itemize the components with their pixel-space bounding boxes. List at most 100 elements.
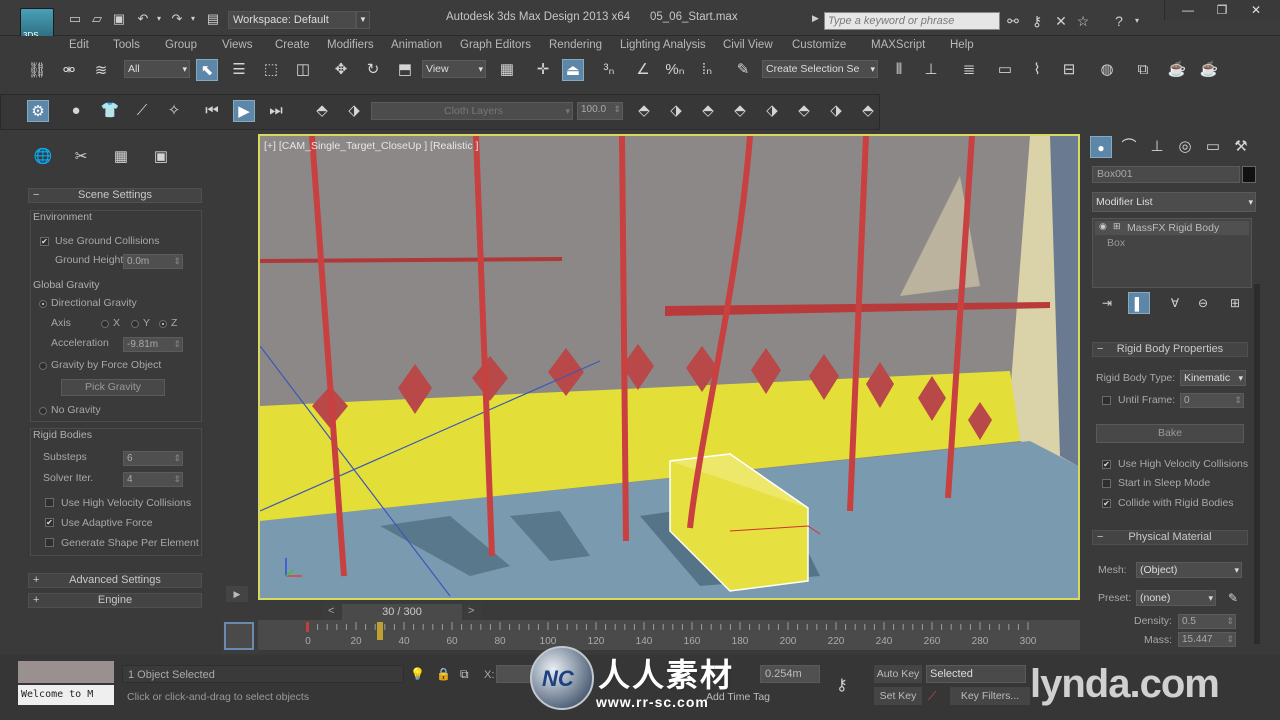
- bake-button[interactable]: Bake: [1096, 424, 1244, 443]
- layer-value-spinner[interactable]: 100.0: [577, 102, 623, 120]
- help-icon[interactable]: ?: [1110, 12, 1128, 30]
- lightbulb-icon[interactable]: ◉: [1099, 221, 1107, 232]
- high-velocity-checkbox[interactable]: [45, 498, 54, 507]
- step-simulation-icon[interactable]: ⏭: [265, 100, 287, 122]
- hierarchy-tab-icon[interactable]: ⊥: [1146, 136, 1168, 158]
- selection-lock-icon[interactable]: 🔒: [436, 667, 451, 681]
- physical-material-rollout[interactable]: − Physical Material: [1092, 530, 1248, 545]
- panel-scrollbar[interactable]: [1254, 284, 1260, 644]
- material-editor-icon[interactable]: ◍: [1096, 59, 1118, 81]
- track-bar[interactable]: 0 20 40 60 80 100 120 140 160 180 200 220 240 260 280 3…: [258, 620, 1080, 650]
- keyboard-shortcut-override-icon[interactable]: ⏏: [562, 59, 584, 81]
- render-production-icon[interactable]: ☕: [1198, 59, 1220, 81]
- next-frame-icon[interactable]: >: [468, 605, 474, 617]
- angle-snap-icon[interactable]: ∠: [632, 59, 654, 81]
- open-file-icon[interactable]: ▱: [88, 11, 106, 27]
- mesh-dropdown[interactable]: (Object): [1136, 562, 1242, 578]
- select-link-icon[interactable]: ⛓: [26, 60, 48, 82]
- key-icon[interactable]: ⚷: [1028, 12, 1046, 30]
- solver-iterations-spinner[interactable]: 4: [123, 472, 183, 487]
- menu-lighting-analysis[interactable]: Lighting Analysis: [620, 36, 706, 54]
- menu-graph-editors[interactable]: Graph Editors: [460, 36, 531, 54]
- create-tab-icon[interactable]: ●: [1090, 136, 1112, 158]
- play-mini-icon[interactable]: ▶: [226, 586, 248, 602]
- track-bar-toggle[interactable]: [222, 620, 258, 654]
- layer-manager-icon[interactable]: ≣: [958, 59, 980, 81]
- layer-tool-5-icon[interactable]: ⬗: [761, 100, 783, 122]
- adaptive-force-checkbox[interactable]: ✔: [45, 518, 54, 527]
- make-unique-icon[interactable]: ∀: [1164, 292, 1186, 314]
- favorites-icon[interactable]: ☆: [1074, 12, 1092, 30]
- stack-item-box[interactable]: Box: [1107, 237, 1125, 249]
- align-icon[interactable]: ⊥: [920, 59, 942, 81]
- object-color-swatch[interactable]: [1242, 166, 1256, 183]
- menu-customize[interactable]: Customize: [792, 36, 846, 54]
- axis-z-radio[interactable]: [159, 320, 167, 328]
- auto-key-button[interactable]: Auto Key: [874, 665, 922, 683]
- search-expand-icon[interactable]: ▶: [812, 13, 819, 24]
- bind-space-warp-icon[interactable]: ≋: [90, 60, 112, 82]
- window-crossing-icon[interactable]: ◫: [292, 59, 314, 81]
- menu-rendering[interactable]: Rendering: [549, 36, 602, 54]
- multi-object-editor-tab[interactable]: ▦: [110, 146, 132, 168]
- prev-frame-icon[interactable]: <: [328, 605, 334, 617]
- z-coordinate-field[interactable]: 0.254m: [760, 665, 820, 683]
- remove-modifier-icon[interactable]: ⊖: [1192, 292, 1214, 314]
- advanced-settings-rollout[interactable]: + Advanced Settings: [28, 573, 202, 588]
- select-object-icon[interactable]: ⬉: [196, 59, 218, 81]
- key-mode-icon[interactable]: ⚷: [836, 675, 848, 695]
- display-options-tab[interactable]: ▣: [150, 146, 172, 168]
- edit-named-selection-icon[interactable]: ✎: [732, 59, 754, 81]
- modify-tab-icon[interactable]: ⌒: [1118, 136, 1140, 158]
- current-frame-marker[interactable]: [377, 622, 383, 640]
- snaps-toggle-icon[interactable]: ³ₙ: [598, 59, 620, 81]
- pin-stack-icon[interactable]: ⇥: [1096, 292, 1118, 314]
- modifier-list-dropdown[interactable]: Modifier List: [1092, 192, 1256, 212]
- restore-icon[interactable]: ❐: [1209, 2, 1235, 18]
- minimize-icon[interactable]: —: [1175, 2, 1201, 18]
- engine-rollout[interactable]: + Engine: [28, 593, 202, 608]
- percent-snap-icon[interactable]: %ₙ: [664, 59, 686, 81]
- scene-settings-rollout[interactable]: − Scene Settings: [28, 188, 202, 203]
- menu-modifiers[interactable]: Modifiers: [327, 36, 374, 54]
- object-name-field[interactable]: Box001: [1092, 166, 1240, 183]
- spinner-snap-icon[interactable]: ⁞ₙ: [696, 59, 718, 81]
- show-end-result-icon[interactable]: ▌: [1128, 292, 1150, 314]
- acceleration-spinner[interactable]: -9.81m: [123, 337, 183, 352]
- use-high-velocity-checkbox[interactable]: ✔: [1102, 460, 1111, 469]
- unlink-icon[interactable]: ⚮: [58, 60, 80, 82]
- layer-tool-2-icon[interactable]: ⬗: [665, 100, 687, 122]
- move-icon[interactable]: ✥: [330, 59, 352, 81]
- preset-dropdown[interactable]: (none): [1136, 590, 1216, 606]
- time-slider[interactable]: < 30 / 300 >: [322, 604, 482, 620]
- menu-edit[interactable]: Edit: [69, 36, 89, 54]
- graphite-toolbar-icon[interactable]: ▭: [994, 59, 1016, 81]
- use-ground-collisions-checkbox[interactable]: ✔: [40, 237, 49, 246]
- render-setup-icon[interactable]: ⧉: [1132, 59, 1154, 81]
- new-file-icon[interactable]: ▭: [66, 11, 84, 27]
- reset-simulation-icon[interactable]: ⏮: [201, 100, 223, 122]
- gravity-by-force-radio[interactable]: [39, 362, 47, 370]
- named-selection-dropdown[interactable]: Create Selection Se: [762, 60, 878, 78]
- layer-tool-7-icon[interactable]: ⬗: [825, 100, 847, 122]
- directional-gravity-radio[interactable]: [39, 300, 47, 308]
- save-file-icon[interactable]: ▣: [110, 11, 128, 27]
- axis-x-radio[interactable]: [101, 320, 109, 328]
- start-sleep-checkbox[interactable]: [1102, 479, 1111, 488]
- until-frame-spinner[interactable]: 0: [1180, 393, 1244, 408]
- mirror-icon[interactable]: ⫴: [888, 59, 910, 81]
- scale-icon[interactable]: ⬒: [394, 59, 416, 81]
- reference-coordinate-dropdown[interactable]: View: [422, 60, 486, 78]
- select-manipulate-icon[interactable]: ✛: [532, 59, 554, 81]
- utilities-tab-icon[interactable]: ⚒: [1230, 136, 1252, 158]
- shape-per-element-checkbox[interactable]: [45, 538, 54, 547]
- mcloth-icon[interactable]: 👕: [99, 100, 121, 122]
- viewport-label[interactable]: [+] [CAM_Single_Target_CloseUp ] [Realis…: [264, 140, 478, 152]
- mini-curve-editor-icon[interactable]: [224, 622, 254, 650]
- layer-tool-3-icon[interactable]: ⬘: [697, 100, 719, 122]
- constraint-icon[interactable]: ⟋: [131, 100, 153, 122]
- workspace-dropdown[interactable]: Workspace: Default: [228, 11, 356, 29]
- keyframe-marker[interactable]: [306, 622, 309, 632]
- no-gravity-radio[interactable]: [39, 407, 47, 415]
- collide-rigid-checkbox[interactable]: ✔: [1102, 499, 1111, 508]
